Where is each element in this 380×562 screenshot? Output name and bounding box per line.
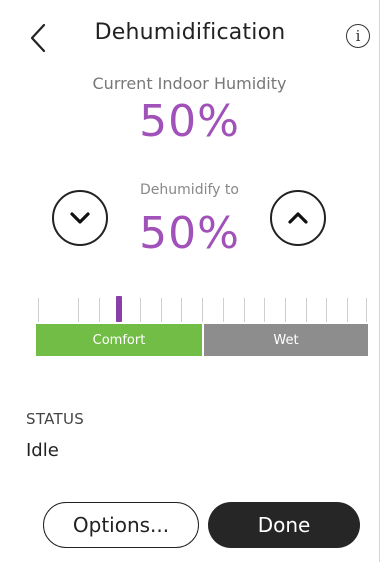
info-icon: i — [355, 27, 361, 45]
scale-tick — [326, 298, 327, 322]
humidity-level-marker[interactable] — [116, 296, 122, 322]
scale-tick — [306, 298, 307, 322]
setpoint-label: Dehumidify to — [140, 182, 239, 198]
scale-tick — [285, 298, 286, 322]
scale-tick — [347, 298, 348, 322]
scale-tick — [202, 298, 203, 322]
page-title: Dehumidification — [94, 20, 286, 45]
info-button[interactable]: i — [346, 24, 370, 48]
scale-tick — [140, 298, 141, 322]
done-button[interactable]: Done — [208, 502, 360, 548]
status-heading: STATUS — [26, 410, 85, 428]
dehumidification-screen: Dehumidification i Current Indoor Humidi… — [0, 0, 380, 562]
scale-ticks — [36, 296, 368, 324]
scale-tick — [223, 298, 224, 322]
scale-tick — [161, 298, 162, 322]
wet-band: Wet — [204, 324, 368, 356]
scale-tick — [264, 298, 265, 322]
scale-tick — [78, 298, 79, 322]
scale-tick — [244, 298, 245, 322]
current-humidity-value: 50% — [139, 96, 240, 147]
current-humidity-label: Current Indoor Humidity — [92, 74, 287, 93]
status-value: Idle — [26, 440, 59, 461]
comfort-band: Comfort — [36, 324, 202, 356]
scale-tick — [99, 298, 100, 322]
scale-tick — [366, 298, 367, 322]
humidity-scale: Comfort Wet — [36, 296, 368, 360]
increase-setpoint-button[interactable] — [270, 190, 326, 246]
chevron-up-icon — [288, 212, 308, 224]
scale-tick — [181, 298, 182, 322]
scale-tick — [38, 298, 39, 322]
options-button[interactable]: Options... — [43, 502, 199, 548]
header: Dehumidification i — [0, 0, 380, 80]
